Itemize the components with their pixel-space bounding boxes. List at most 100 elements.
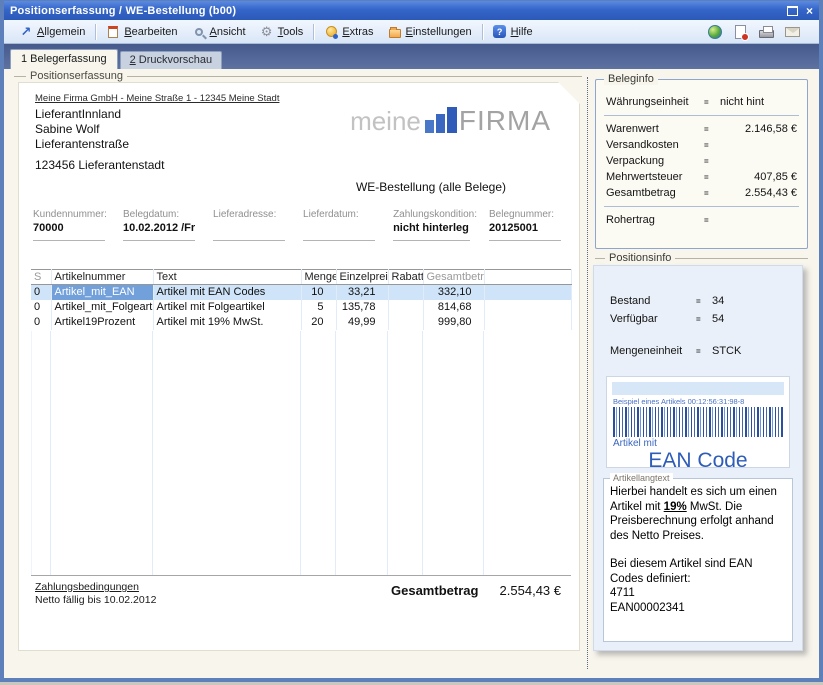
positionsinfo-row-verfuegbar: Verfügbar = 54 — [594, 310, 802, 328]
artikellangtext-body: Hierbei handelt es sich um einen Artikel… — [604, 479, 792, 615]
tab-bar: 1 Belegerfassung 2 Druckvorschau — [4, 44, 819, 69]
barcode-caption: Beispiel eines Artikels 00:12:56:31:98-8 — [613, 397, 789, 406]
menu-item-hilfe[interactable]: ? Hilfe — [486, 23, 540, 41]
beleginfo-row-verpackung: Verpackung = — [596, 153, 807, 169]
positionsinfo-row-mengeneinheit: Mengeneinheit = STCK — [594, 342, 802, 360]
zahlungskondition-value[interactable]: nicht hinterleg — [393, 222, 477, 238]
field-zahlungskondition: Zahlungskondition: nicht hinterleg — [393, 209, 477, 241]
ean-barcode-preview: Beispiel eines Artikels 00:12:56:31:98-8… — [606, 376, 790, 468]
positionserfassung-groupbox-label: Positionserfassung — [26, 70, 127, 82]
equals-sign: = — [696, 315, 712, 324]
title-bar: Positionserfassung / WE-Bestellung (b00)… — [4, 1, 819, 20]
document-type: WE-Bestellung (alle Belege) — [321, 180, 541, 194]
tab-druckvorschau[interactable]: 2 Druckvorschau — [120, 51, 223, 69]
artikellangtext-box[interactable]: Artikellangtext Hierbei handelt es sich … — [603, 478, 793, 642]
artikellangtext-label: Artikellangtext — [610, 473, 673, 483]
barcode-label-large: EAN Code — [607, 449, 789, 473]
total-value: 2.554,43 € — [500, 583, 561, 598]
menu-item-tools[interactable]: ⚙ Tools — [253, 23, 311, 41]
logo-bars-icon — [425, 107, 457, 133]
beleginfo-title: Beleginfo — [604, 73, 658, 85]
menu-separator — [482, 24, 483, 40]
equals-sign: = — [704, 173, 720, 182]
belegdatum-value[interactable]: 10.02.2012 /Fr — [123, 222, 201, 238]
equals-sign: = — [704, 189, 720, 198]
document-info-icon[interactable] — [732, 24, 749, 40]
terms-text: Netto fällig bis 10.02.2012 — [35, 594, 156, 607]
field-kundennummer: Kundennummer: 70000 — [33, 209, 111, 241]
belegnummer-value[interactable]: 20125001 — [489, 222, 567, 238]
menu-separator — [95, 24, 96, 40]
lieferdatum-value[interactable] — [303, 222, 381, 238]
menu-bar: ↗ Allgemein Bearbeiten Ansicht ⚙ Tools E… — [4, 20, 819, 44]
beleginfo-panel: Beleginfo Währungseinheit = nicht hint W… — [595, 79, 808, 249]
panel-separator — [587, 77, 588, 669]
content-area: Positionserfassung Meine Firma GmbH - Me… — [4, 69, 819, 678]
gear-icon: ⚙ — [260, 25, 274, 39]
document-preview: Meine Firma GmbH - Meine Straße 1 - 1234… — [18, 82, 580, 651]
menu-item-bearbeiten[interactable]: Bearbeiten — [99, 23, 184, 41]
equals-sign: = — [696, 297, 712, 306]
logo-text-light: meine — [350, 108, 421, 134]
payment-terms: Zahlungsbedingungen Netto fällig bis 10.… — [35, 581, 156, 607]
ean-code-2: EAN00002341 — [610, 601, 786, 616]
equals-sign: = — [704, 141, 720, 150]
menu-item-allgemein[interactable]: ↗ Allgemein — [12, 23, 92, 41]
settings-folder-icon — [388, 25, 402, 39]
help-icon: ? — [493, 25, 507, 39]
recipient-line: Lieferantenstraße — [35, 137, 164, 152]
recipient-address: LieferantInnland Sabine Wolf Lieferanten… — [35, 107, 164, 173]
window-controls: × — [787, 6, 813, 16]
globe-icon[interactable] — [706, 24, 723, 40]
printer-icon[interactable] — [758, 24, 775, 40]
restore-icon[interactable] — [787, 6, 798, 16]
close-icon[interactable]: × — [806, 6, 813, 16]
beleginfo-row-versandkosten: Versandkosten = — [596, 137, 807, 153]
barcode-label-small: Artikel mit — [613, 438, 789, 449]
sender-line: Meine Firma GmbH - Meine Straße 1 - 1234… — [35, 93, 279, 104]
barcode-header-strip — [612, 382, 784, 395]
beleginfo-row-warenwert: Warenwert = 2.146,58 € — [596, 121, 807, 137]
equals-sign: = — [704, 98, 720, 107]
table-row[interactable]: 0 Artikel19Prozent Artikel mit 19% MwSt.… — [31, 315, 571, 330]
beleginfo-row-rohertrag: Rohertrag = — [596, 212, 807, 228]
items-table: S Artikelnummer Text Menge Einzelpreis R… — [31, 269, 572, 330]
extras-icon — [324, 25, 338, 39]
recipient-line: Sabine Wolf — [35, 122, 164, 137]
beleginfo-row-waehrungseinheit: Währungseinheit = nicht hint — [596, 94, 807, 110]
field-belegdatum: Belegdatum: 10.02.2012 /Fr — [123, 209, 201, 241]
menu-item-ansicht[interactable]: Ansicht — [185, 23, 253, 41]
beleginfo-row-mehrwertsteuer: Mehrwertsteuer = 407,85 € — [596, 169, 807, 185]
kundennummer-value[interactable]: 70000 — [33, 222, 111, 238]
positionsinfo-panel: Bestand = 34 Verfügbar = 54 Mengeneinhei… — [593, 265, 803, 651]
equals-sign: = — [704, 157, 720, 166]
arrow-up-right-icon: ↗ — [19, 25, 33, 39]
beleginfo-row-gesamtbetrag: Gesamtbetrag = 2.554,43 € — [596, 185, 807, 201]
lieferadresse-value[interactable] — [213, 222, 291, 238]
positionsinfo-title: Positionsinfo — [605, 252, 675, 264]
equals-sign: = — [696, 347, 712, 356]
field-lieferadresse: Lieferadresse: — [213, 209, 291, 241]
mail-icon[interactable] — [784, 24, 801, 40]
header-fields: Kundennummer: 70000 Belegdatum: 10.02.20… — [33, 209, 567, 241]
recipient-city: 123456 Lieferantenstadt — [35, 158, 164, 173]
selected-cell[interactable]: Artikel_mit_EAN — [51, 285, 153, 300]
window-title: Positionserfassung / WE-Bestellung (b00) — [10, 5, 236, 17]
items-table-header: S Artikelnummer Text Menge Einzelpreis R… — [31, 270, 571, 285]
app-window: Positionserfassung / WE-Bestellung (b00)… — [0, 0, 823, 682]
menu-item-extras[interactable]: Extras — [317, 23, 380, 41]
equals-sign: = — [704, 216, 720, 225]
table-column-guides — [31, 331, 571, 576]
menu-separator — [313, 24, 314, 40]
ean-code-1: 4711 — [610, 586, 786, 601]
page-curl — [558, 82, 580, 104]
magnifier-icon — [192, 25, 206, 39]
table-row-selected[interactable]: 0 Artikel_mit_EAN Artikel mit EAN Codes … — [31, 285, 571, 300]
table-row[interactable]: 0 Artikel_mit_Folgeartikel Artikel mit F… — [31, 300, 571, 315]
menu-item-einstellungen[interactable]: Einstellungen — [381, 23, 479, 41]
recipient-line: LieferantInnland — [35, 107, 164, 122]
equals-sign: = — [704, 125, 720, 134]
zahlungsbedingungen-link[interactable]: Zahlungsbedingungen — [35, 581, 156, 594]
tab-belegerfassung[interactable]: 1 Belegerfassung — [10, 49, 118, 69]
field-belegnummer: Belegnummer: 20125001 — [489, 209, 567, 241]
